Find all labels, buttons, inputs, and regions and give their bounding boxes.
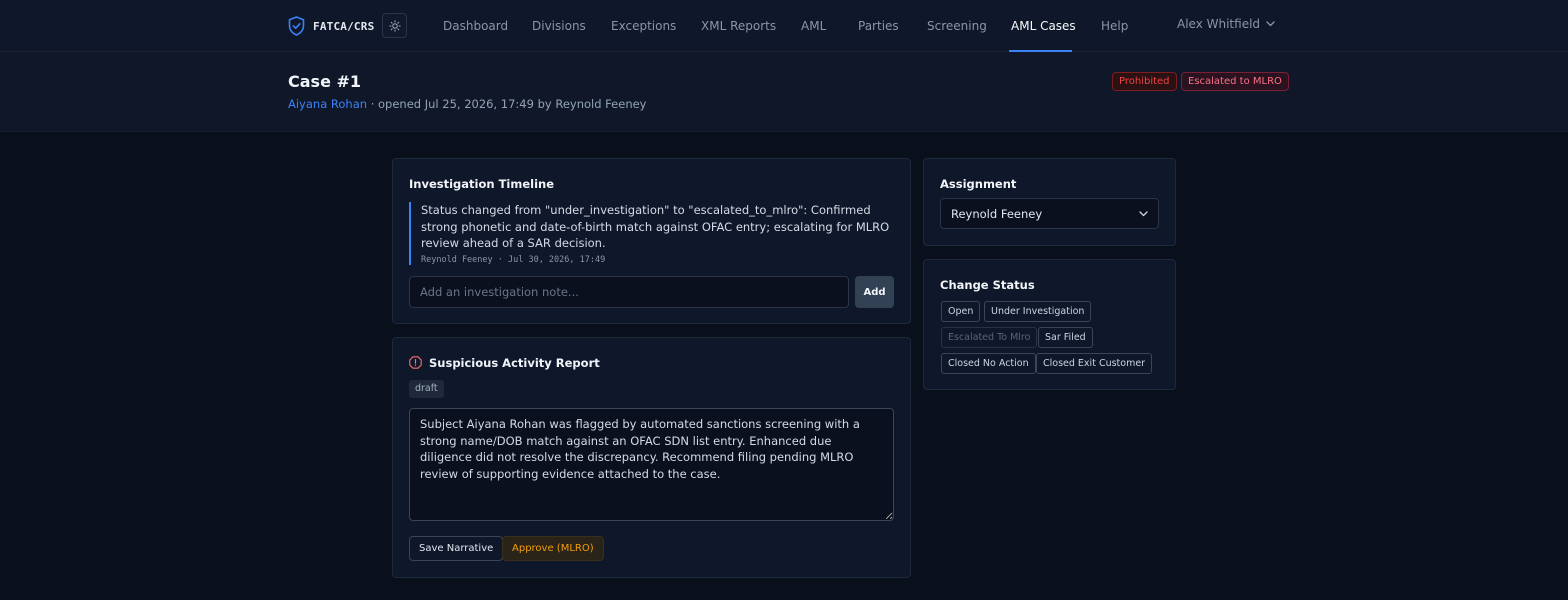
nav-help[interactable]: Help	[1101, 18, 1128, 34]
status-escalated-to-mlro-button: Escalated To Mlro	[941, 327, 1038, 348]
case-header: Case #1 Aiyana Rohan · opened Jul 25, 20…	[0, 52, 1568, 132]
top-nav-bar: FATCA/CRS Dashboard Divisions Exceptions…	[0, 0, 1568, 52]
change-status-card: Change Status Open Under Investigation E…	[923, 259, 1176, 390]
nav-divisions[interactable]: Divisions	[532, 18, 586, 34]
approve-mlro-button[interactable]: Approve (MLRO)	[502, 536, 604, 561]
sar-narrative-textarea[interactable]	[409, 408, 894, 521]
shield-check-icon	[288, 16, 305, 36]
nav-xml-reports[interactable]: XML Reports	[701, 18, 776, 34]
timeline-entry-meta: Reynold Feeney · Jul 30, 2026, 17:49	[421, 254, 606, 265]
page-title: Case #1	[288, 72, 362, 91]
change-status-title: Change Status	[940, 278, 1035, 292]
timeline-entry-text: Status changed from "under_investigation…	[421, 203, 890, 250]
nav-aml-cases[interactable]: AML Cases	[1011, 18, 1076, 34]
theme-toggle-button[interactable]	[382, 13, 407, 38]
nav-dashboard[interactable]: Dashboard	[443, 18, 508, 34]
nav-aml[interactable]: AML	[801, 18, 826, 34]
timeline-entry: Status changed from "under_investigation…	[409, 202, 893, 265]
alert-octagon-icon	[409, 356, 422, 369]
chevron-down-icon	[1139, 210, 1148, 216]
sar-card: Suspicious Activity Report draft Save Na…	[392, 337, 911, 578]
status-badge: Escalated to MLRO	[1181, 72, 1289, 91]
brand-name: FATCA/CRS	[313, 19, 375, 33]
assignment-title: Assignment	[940, 177, 1017, 191]
sar-title: Suspicious Activity Report	[429, 356, 600, 370]
risk-badge: Prohibited	[1112, 72, 1177, 91]
assignee-selected-value: Reynold Feeney	[951, 206, 1043, 221]
add-note-button[interactable]: Add	[855, 276, 894, 308]
investigation-note-input[interactable]	[409, 276, 849, 308]
save-narrative-button[interactable]: Save Narrative	[409, 536, 504, 561]
status-open-button[interactable]: Open	[941, 301, 981, 322]
nav-exceptions[interactable]: Exceptions	[611, 18, 676, 34]
user-name: Alex Whitfield	[1177, 17, 1261, 31]
status-under-investigation-button[interactable]: Under Investigation	[984, 301, 1092, 322]
status-closed-no-action-button[interactable]: Closed No Action	[941, 353, 1036, 374]
case-opened-text: · opened Jul 25, 2026, 17:49 by Reynold …	[370, 97, 647, 111]
chevron-down-icon	[1266, 21, 1275, 27]
sar-status-badge: draft	[409, 380, 444, 398]
assignee-select[interactable]: Reynold Feeney	[940, 198, 1159, 229]
investigation-timeline-card: Investigation Timeline Status changed fr…	[392, 158, 911, 324]
user-menu[interactable]: Alex Whitfield	[1177, 17, 1275, 31]
timeline-title: Investigation Timeline	[409, 177, 555, 191]
nav-parties[interactable]: Parties	[858, 18, 899, 34]
nav-screening[interactable]: Screening	[927, 18, 987, 34]
status-closed-exit-customer-button[interactable]: Closed Exit Customer	[1036, 353, 1153, 374]
party-link[interactable]: Aiyana Rohan	[288, 97, 367, 111]
brand[interactable]: FATCA/CRS	[288, 16, 374, 36]
assignment-card: Assignment Reynold Feeney	[923, 158, 1176, 246]
status-sar-filed-button[interactable]: Sar Filed	[1038, 327, 1093, 348]
sun-icon	[388, 19, 401, 32]
case-subtitle: Aiyana Rohan · opened Jul 25, 2026, 17:4…	[288, 97, 647, 111]
